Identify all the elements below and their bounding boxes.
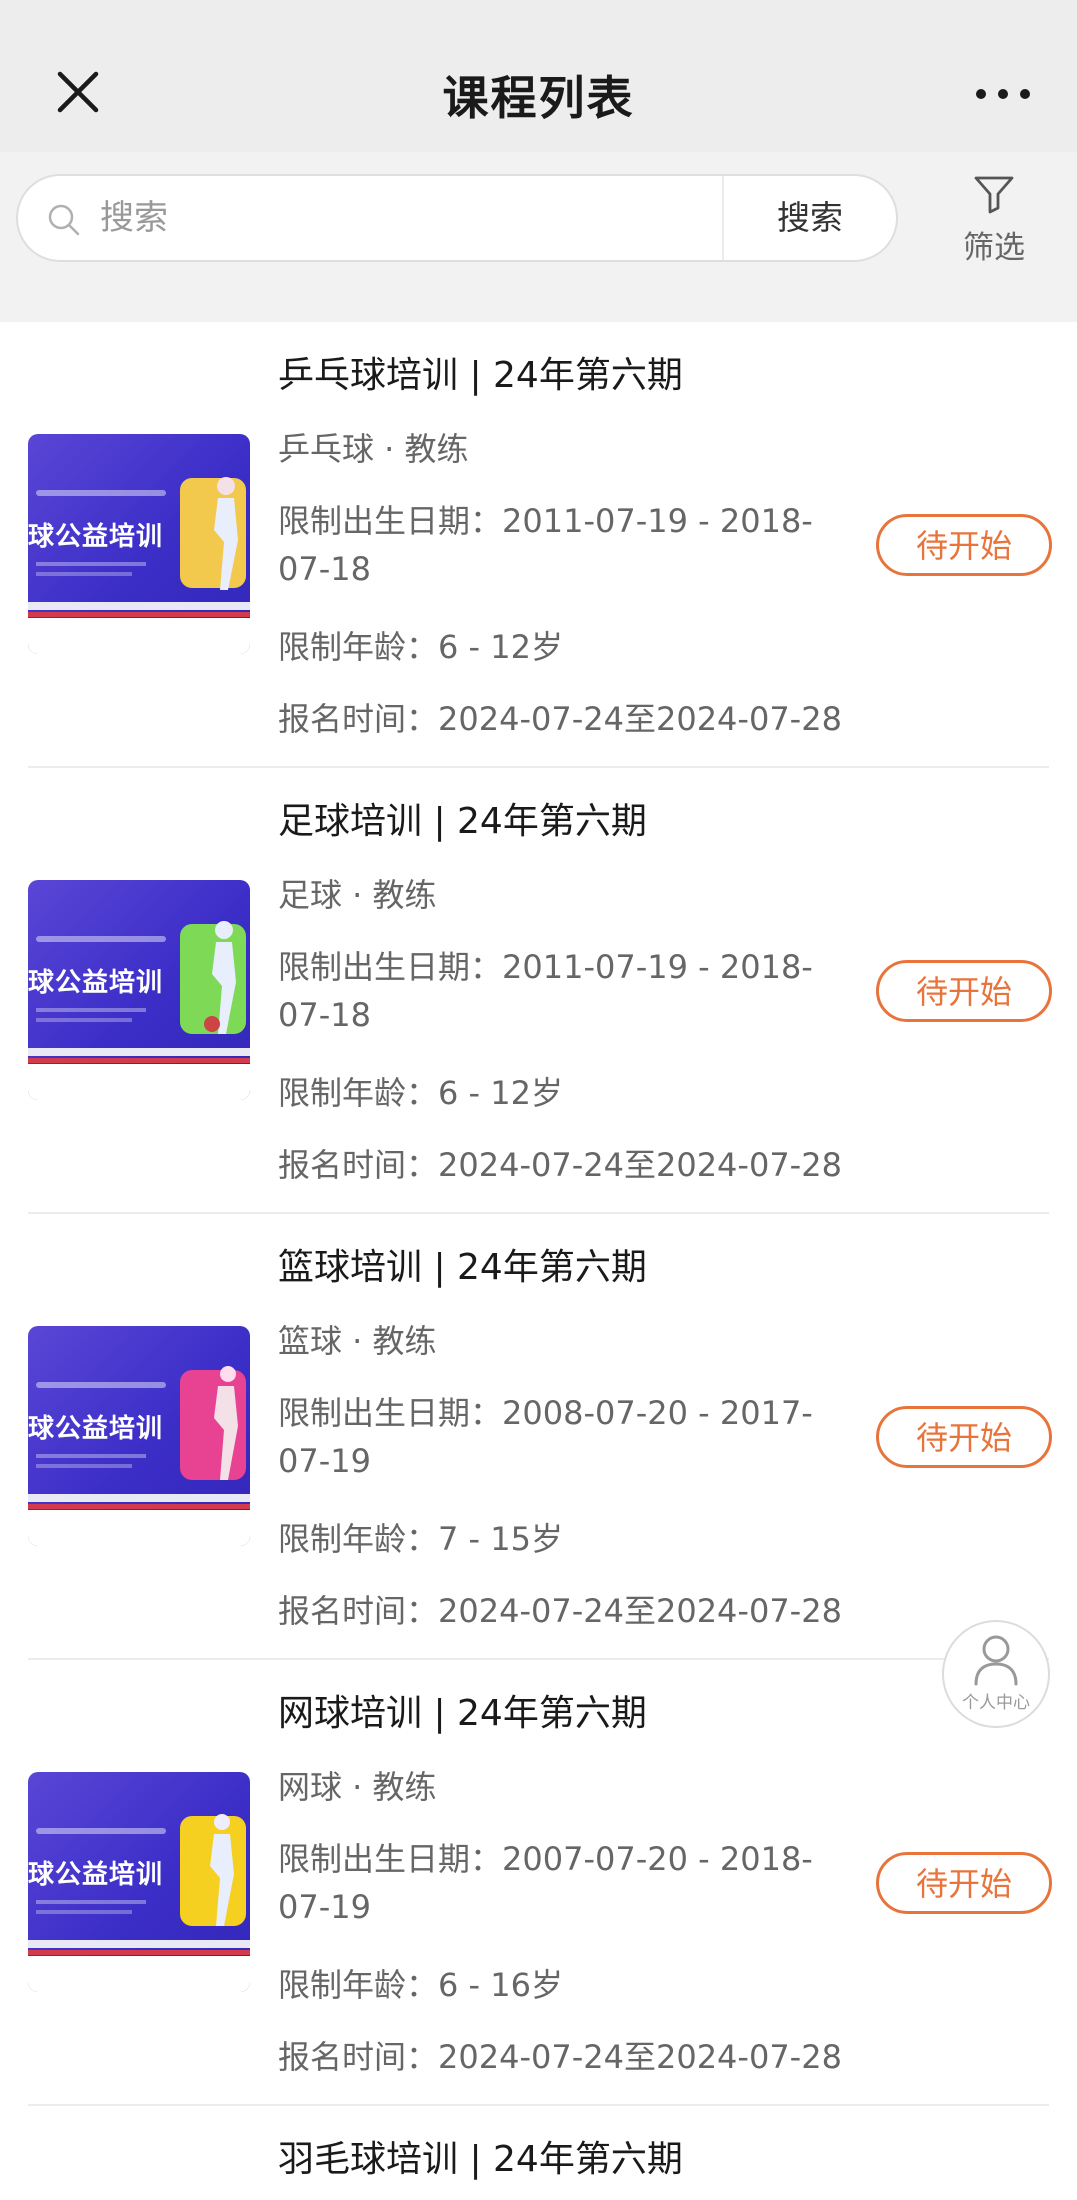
status-badge[interactable]: 待开始 <box>876 1852 1052 1914</box>
course-item[interactable]: 球公益培训 乒乓球培训 | 24年第六期 乒乓球 · 教练 限制出生日期：201… <box>0 322 1077 768</box>
course-thumbnail: 球公益培训 <box>28 1772 250 1992</box>
course-item[interactable]: 球公益培训 篮球培训 | 24年第六期 篮球 · 教练 限制出生日期：2008-… <box>0 1214 1077 1660</box>
course-title: 网球培训 | 24年第六期 <box>278 1693 647 1734</box>
status-badge[interactable]: 待开始 <box>876 514 1052 576</box>
thumbnail-text: 球公益培训 <box>28 1414 164 1444</box>
course-subtitle: 乒乓球 · 教练 <box>278 430 469 468</box>
course-title: 篮球培训 | 24年第六期 <box>278 1247 647 1288</box>
status-badge[interactable]: 待开始 <box>876 1406 1052 1468</box>
birth-date-limit-cont: 07-19 <box>278 1442 371 1480</box>
birth-date-limit: 限制出生日期：2011-07-19 - 2018- <box>278 502 813 540</box>
navbar: 课程列表 <box>0 0 1077 152</box>
birth-date-limit: 限制出生日期：2008-07-20 - 2017- <box>278 1394 813 1432</box>
registration-time: 报名时间：2024-07-24至2024-07-28 <box>278 1146 842 1184</box>
status-badge[interactable]: 待开始 <box>876 960 1052 1022</box>
thumbnail-text: 球公益培训 <box>28 522 164 552</box>
divider <box>28 2104 1049 2106</box>
age-limit: 限制年龄：6 - 12岁 <box>278 1074 563 1112</box>
more-icon[interactable] <box>973 84 1033 104</box>
search-input[interactable] <box>100 190 700 246</box>
profile-button[interactable]: 个人中心 <box>942 1620 1050 1728</box>
filter-label: 筛选 <box>963 230 1025 266</box>
course-thumbnail: 球公益培训 <box>28 880 250 1100</box>
age-limit: 限制年龄：7 - 15岁 <box>278 1520 563 1558</box>
search-button[interactable]: 搜索 <box>724 176 896 260</box>
age-limit: 限制年龄：6 - 12岁 <box>278 628 563 666</box>
course-title: 乒乓球培训 | 24年第六期 <box>278 355 683 396</box>
search-bar: 搜索 筛选 <box>0 152 1077 322</box>
filter-icon <box>974 176 1014 214</box>
thumbnail-text: 球公益培训 <box>28 1860 164 1890</box>
course-subtitle: 篮球 · 教练 <box>278 1322 437 1360</box>
registration-time: 报名时间：2024-07-24至2024-07-28 <box>278 700 842 738</box>
next-course-title: 羽毛球培训 | 24年第六期 <box>278 2139 683 2180</box>
birth-date-limit-cont: 07-19 <box>278 1888 371 1926</box>
birth-date-limit-cont: 07-18 <box>278 550 371 588</box>
search-box: 搜索 <box>16 174 898 262</box>
page-title: 课程列表 <box>442 71 635 125</box>
course-item[interactable]: 球公益培训 足球培训 | 24年第六期 足球 · 教练 限制出生日期：2011-… <box>0 768 1077 1214</box>
course-item[interactable]: 球公益培训 网球培训 | 24年第六期 网球 · 教练 限制出生日期：2007-… <box>0 1660 1077 2106</box>
age-limit: 限制年龄：6 - 16岁 <box>278 1966 563 2004</box>
course-thumbnail: 球公益培训 <box>28 434 250 654</box>
birth-date-limit: 限制出生日期：2007-07-20 - 2018- <box>278 1840 813 1878</box>
course-thumbnail: 球公益培训 <box>28 1326 250 1546</box>
thumbnail-text: 球公益培训 <box>28 968 164 998</box>
registration-time: 报名时间：2024-07-24至2024-07-28 <box>278 2038 842 2076</box>
course-list: 球公益培训 乒乓球培训 | 24年第六期 乒乓球 · 教练 限制出生日期：201… <box>0 322 1077 2106</box>
registration-time: 报名时间：2024-07-24至2024-07-28 <box>278 1592 842 1630</box>
course-subtitle: 足球 · 教练 <box>278 876 437 914</box>
birth-date-limit-cont: 07-18 <box>278 996 371 1034</box>
course-title: 足球培训 | 24年第六期 <box>278 801 647 842</box>
course-subtitle: 网球 · 教练 <box>278 1768 437 1806</box>
search-icon <box>48 204 80 236</box>
filter-button[interactable]: 筛选 <box>944 172 1044 272</box>
birth-date-limit: 限制出生日期：2011-07-19 - 2018- <box>278 948 813 986</box>
user-icon <box>974 1635 1018 1686</box>
profile-label: 个人中心 <box>962 1693 1030 1713</box>
